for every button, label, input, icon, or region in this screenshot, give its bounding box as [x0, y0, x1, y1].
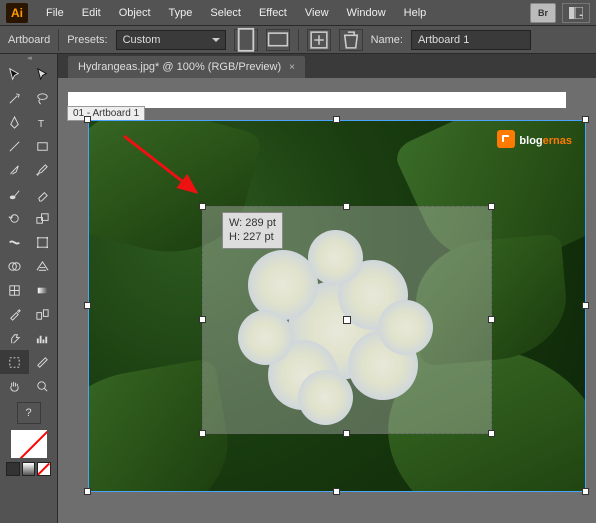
blend-tool[interactable] [29, 302, 58, 326]
outer-handle-n[interactable] [333, 116, 340, 123]
magic-wand-tool[interactable] [0, 86, 29, 110]
artboard-name-input[interactable]: Artboard 1 [411, 30, 531, 50]
tools-panel: T ? [0, 54, 58, 523]
close-tab-button[interactable]: × [289, 62, 295, 73]
tooltip-width: W: 289 pt [229, 216, 276, 230]
document-tab[interactable]: Hydrangeas.jpg* @ 100% (RGB/Preview) × [68, 56, 305, 78]
menu-edit[interactable]: Edit [74, 3, 109, 23]
mesh-tool[interactable] [0, 278, 29, 302]
new-artboard-button[interactable] [307, 29, 331, 51]
layout-icon [569, 7, 583, 19]
outer-handle-se[interactable] [582, 488, 589, 495]
lasso-tool[interactable] [29, 86, 58, 110]
name-label: Name: [371, 34, 403, 46]
menu-view[interactable]: View [297, 3, 337, 23]
eyedropper-tool[interactable] [0, 302, 29, 326]
handle-e[interactable] [488, 316, 495, 323]
scale-tool[interactable] [29, 206, 58, 230]
tooltip-height: H: 227 pt [229, 230, 276, 244]
new-icon [308, 29, 330, 51]
artboard-tool[interactable] [0, 350, 29, 374]
gradient-mode-swatch[interactable] [22, 462, 36, 476]
pasteboard[interactable]: 01 - Artboard 1 blogernas [58, 78, 596, 523]
width-tool[interactable] [0, 230, 29, 254]
menu-bar: Ai File Edit Object Type Select Effect V… [0, 0, 596, 26]
menu-select[interactable]: Select [202, 3, 249, 23]
options-bar: Artboard Presets: Custom Name: Artboard … [0, 26, 596, 54]
portrait-icon [235, 27, 257, 53]
handle-n[interactable] [343, 203, 350, 210]
watermark-text-1: blog [519, 135, 542, 147]
default-fill-stroke[interactable] [11, 430, 47, 458]
menu-file[interactable]: File [38, 3, 72, 23]
help-tool[interactable]: ? [17, 402, 41, 424]
handle-se[interactable] [488, 430, 495, 437]
handle-nw[interactable] [199, 203, 206, 210]
document-tab-title: Hydrangeas.jpg* @ 100% (RGB/Preview) [78, 61, 281, 73]
artboard-tag[interactable]: 01 - Artboard 1 [67, 106, 145, 121]
zoom-tool[interactable] [29, 374, 58, 398]
document-area: Hydrangeas.jpg* @ 100% (RGB/Preview) × 0… [58, 54, 596, 523]
eraser-tool[interactable] [29, 182, 58, 206]
outer-handle-nw[interactable] [84, 116, 91, 123]
hand-tool[interactable] [0, 374, 29, 398]
outer-handle-s[interactable] [333, 488, 340, 495]
trash-icon [340, 29, 362, 51]
color-mode-swatch[interactable] [6, 462, 20, 476]
menu-effect[interactable]: Effect [251, 3, 295, 23]
orientation-portrait-button[interactable] [234, 29, 258, 51]
slice-tool[interactable] [29, 350, 58, 374]
panel-collapse-handle[interactable] [0, 54, 57, 62]
delete-artboard-button[interactable] [339, 29, 363, 51]
none-mode-swatch[interactable] [37, 462, 51, 476]
document-tab-bar: Hydrangeas.jpg* @ 100% (RGB/Preview) × [58, 54, 596, 78]
menu-window[interactable]: Window [339, 3, 394, 23]
rotate-tool[interactable] [0, 206, 29, 230]
shape-builder-tool[interactable] [0, 254, 29, 278]
gradient-tool[interactable] [29, 278, 58, 302]
paintbrush-tool[interactable] [0, 158, 29, 182]
divider [298, 29, 299, 51]
outer-handle-sw[interactable] [84, 488, 91, 495]
blob-brush-tool[interactable] [0, 182, 29, 206]
options-section-label: Artboard [8, 34, 50, 46]
direct-selection-tool[interactable] [29, 62, 58, 86]
outer-handle-ne[interactable] [582, 116, 589, 123]
type-tool[interactable]: T [29, 110, 58, 134]
handle-s[interactable] [343, 430, 350, 437]
watermark-text-2: ernas [543, 135, 572, 147]
selection-tool[interactable] [0, 62, 29, 86]
divider [58, 29, 59, 51]
handle-w[interactable] [199, 316, 206, 323]
presets-dropdown[interactable]: Custom [116, 30, 226, 50]
bridge-button[interactable]: Br [530, 3, 556, 23]
svg-text:T: T [38, 119, 45, 130]
outer-handle-e[interactable] [582, 302, 589, 309]
handle-sw[interactable] [199, 430, 206, 437]
landscape-icon [267, 30, 289, 49]
menu-type[interactable]: Type [161, 3, 201, 23]
pencil-tool[interactable] [29, 158, 58, 182]
app-logo: Ai [6, 3, 28, 23]
column-graph-tool[interactable] [29, 326, 58, 350]
presets-label: Presets: [67, 34, 107, 46]
orientation-landscape-button[interactable] [266, 29, 290, 51]
watermark: blogernas [497, 130, 572, 148]
workspace-switcher[interactable] [562, 3, 590, 23]
free-transform-tool[interactable] [29, 230, 58, 254]
measurement-tooltip: W: 289 pt H: 227 pt [222, 212, 283, 249]
pen-tool[interactable] [0, 110, 29, 134]
watermark-icon [497, 130, 515, 148]
handle-ne[interactable] [488, 203, 495, 210]
rectangle-tool[interactable] [29, 134, 58, 158]
outer-handle-w[interactable] [84, 302, 91, 309]
menu-help[interactable]: Help [396, 3, 435, 23]
line-tool[interactable] [0, 134, 29, 158]
handle-center[interactable] [343, 316, 351, 324]
symbol-sprayer-tool[interactable] [0, 326, 29, 350]
menu-object[interactable]: Object [111, 3, 159, 23]
perspective-grid-tool[interactable] [29, 254, 58, 278]
